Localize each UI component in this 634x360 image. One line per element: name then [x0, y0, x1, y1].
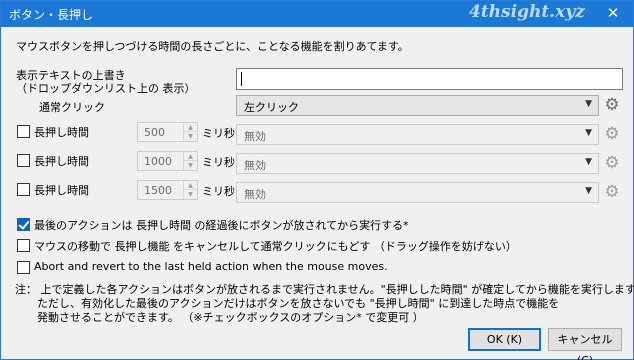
spin-up-icon[interactable]: ▲ — [184, 181, 197, 190]
long-press-label: 長押し時間 — [34, 126, 89, 139]
long-press-dropdown-1[interactable]: 無効 ▼ — [236, 124, 599, 145]
cancel-button[interactable]: キャンセル (C) — [548, 328, 622, 360]
spin-down-icon[interactable]: ▼ — [184, 161, 197, 170]
gear-icon[interactable]: ⚙ — [603, 96, 621, 114]
checkbox-box[interactable] — [17, 183, 30, 196]
checkbox-box[interactable] — [17, 154, 30, 167]
window-title: ボタン・長押し — [9, 8, 94, 22]
description-text: マウスボタンを押しつづける時間の長さごとに、ことなる機能を割りあてます。 — [16, 40, 409, 53]
long-press-selected: 無効 — [244, 130, 266, 143]
option-label: 最後のアクションは 長押し時間 の経過後にボタンが放されてから実行する* — [34, 219, 409, 232]
override-text-input[interactable] — [236, 68, 623, 90]
option-label: マウスの移動で 長押し機能 をキャンセルして通常クリックにもどす （ドラッグ操作… — [34, 240, 517, 253]
normal-click-selected: 左クリック — [244, 101, 299, 114]
gear-icon[interactable]: ⚙ — [603, 125, 621, 143]
ok-button[interactable]: OK (K) — [468, 328, 541, 351]
normal-click-dropdown[interactable]: 左クリック ▼ — [236, 95, 599, 116]
chevron-down-icon: ▼ — [585, 99, 592, 109]
long-press-selected: 無効 — [244, 188, 266, 201]
spin-up-icon[interactable]: ▲ — [184, 152, 197, 161]
gear-icon[interactable]: ⚙ — [603, 154, 621, 172]
override-label-line2: （ドロップダウンリスト上の 表示） — [16, 82, 196, 95]
spinner-value: 500 — [144, 126, 165, 139]
override-text-field[interactable] — [237, 69, 622, 89]
ms-unit-label: ミリ秒 — [202, 156, 235, 169]
chevron-down-icon: ▼ — [585, 157, 592, 167]
spinner-buttons: ▲ ▼ — [183, 152, 197, 170]
spinner-buttons: ▲ ▼ — [183, 181, 197, 199]
watermark: 4thsight.xyz — [469, 2, 585, 22]
checkbox-box[interactable] — [17, 125, 30, 138]
spin-down-icon[interactable]: ▼ — [184, 190, 197, 199]
title-bar[interactable]: ボタン・長押し 4thsight.xyz ✕ — [1, 1, 633, 27]
long-press-ms-spinner-1[interactable]: 500 ▲ ▼ — [137, 122, 198, 142]
spinner-buttons: ▲ ▼ — [183, 123, 197, 141]
close-icon: ✕ — [606, 4, 620, 22]
ms-unit-label: ミリ秒 — [202, 185, 235, 198]
long-press-ms-spinner-2[interactable]: 1000 ▲ ▼ — [137, 151, 198, 171]
long-press-label: 長押し時間 — [34, 184, 89, 197]
gear-icon[interactable]: ⚙ — [603, 183, 621, 201]
spinner-value: 1000 — [144, 155, 172, 168]
chevron-down-icon: ▼ — [585, 128, 592, 138]
checkbox-box[interactable] — [17, 239, 30, 252]
spin-up-icon[interactable]: ▲ — [184, 123, 197, 132]
spinner-value: 1500 — [144, 184, 172, 197]
close-button[interactable]: ✕ — [593, 1, 633, 27]
dialog-window: ボタン・長押し 4thsight.xyz ✕ マウスボタンを押しつづける時間の長… — [0, 0, 634, 360]
text-caret — [241, 72, 242, 86]
long-press-ms-spinner-3[interactable]: 1500 ▲ ▼ — [137, 180, 198, 200]
checkbox-box[interactable] — [17, 261, 30, 274]
long-press-dropdown-2[interactable]: 無効 ▼ — [236, 153, 599, 174]
normal-click-label: 通常クリック — [39, 101, 105, 114]
option-label: Abort and revert to the last held action… — [34, 260, 388, 273]
spin-down-icon[interactable]: ▼ — [184, 132, 197, 141]
long-press-dropdown-3[interactable]: 無効 ▼ — [236, 182, 599, 203]
note-line-3: 発動させることができます。 （※チェックボックスのオプション* で変更可 ） — [37, 311, 424, 324]
long-press-label: 長押し時間 — [34, 155, 89, 168]
chevron-down-icon: ▼ — [585, 186, 592, 196]
long-press-selected: 無効 — [244, 159, 266, 172]
ms-unit-label: ミリ秒 — [202, 127, 235, 140]
checkbox-box[interactable] — [17, 218, 30, 231]
